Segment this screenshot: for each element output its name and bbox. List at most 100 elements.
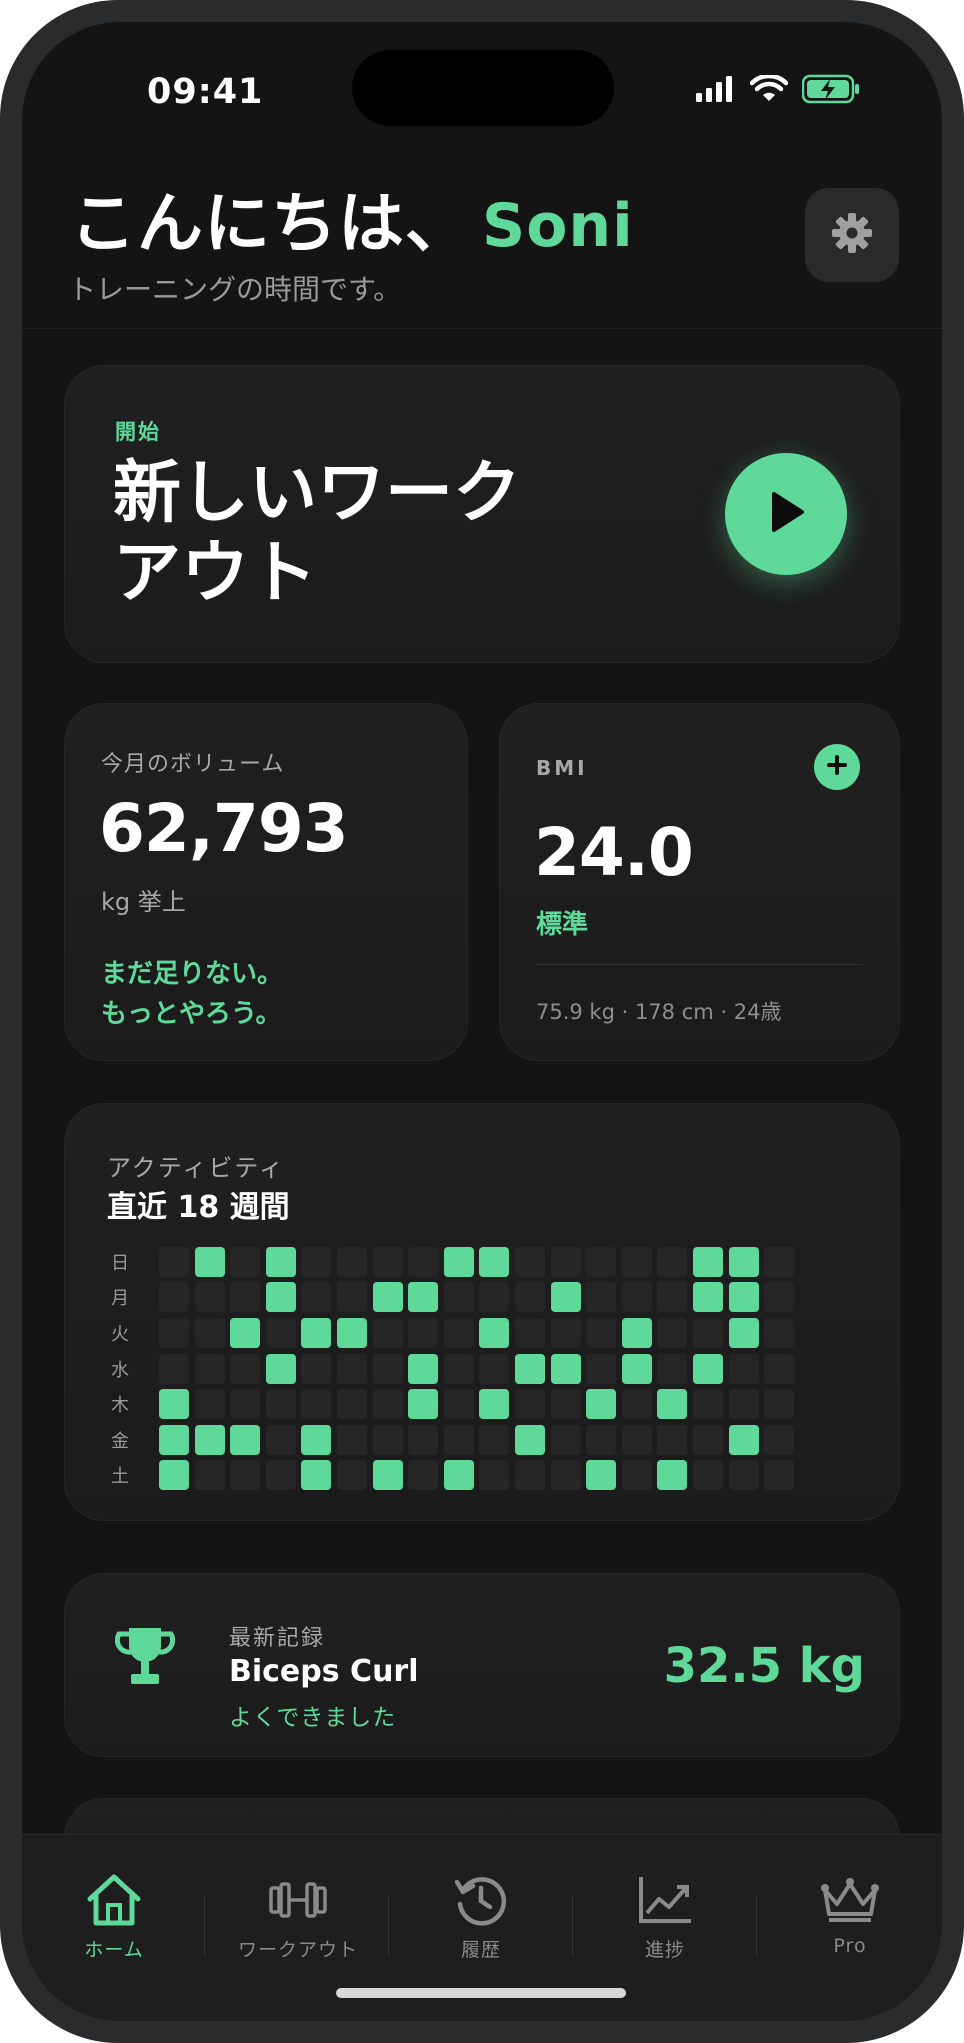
heatmap-cell-empty: [336, 1424, 367, 1455]
heatmap-cell-active: [621, 1317, 652, 1348]
volume-label: 今月のボリューム: [101, 752, 285, 777]
tab-workout-label: ワークアウト: [237, 1939, 358, 1961]
start-workout-title: 新しいワークアウト: [113, 454, 522, 613]
heatmap-cell-active: [443, 1460, 474, 1491]
play-icon: [766, 490, 806, 538]
heatmap-cell-empty: [586, 1246, 617, 1277]
chart-icon: [585, 1871, 745, 1929]
volume-message-line1: まだ足りない。: [101, 959, 284, 989]
heatmap-cell-empty: [692, 1460, 723, 1491]
heatmap-cell-empty: [586, 1353, 617, 1384]
home-indicator: [336, 1988, 626, 1998]
heatmap-day-label: 土: [111, 1466, 129, 1488]
heatmap-cell-empty: [692, 1389, 723, 1420]
heatmap-cell-empty: [336, 1246, 367, 1277]
heatmap-row: 土: [105, 1458, 800, 1494]
activity-label: アクティビティ: [107, 1154, 285, 1182]
heatmap-cell-empty: [550, 1460, 581, 1491]
heatmap-row: 日: [105, 1244, 800, 1280]
monthly-volume-card[interactable]: 今月のボリューム 62,793 kg 挙上 まだ足りない。 もっとやろう。: [64, 703, 468, 1061]
heatmap-cell-empty: [265, 1424, 296, 1455]
heatmap-cell-active: [301, 1317, 332, 1348]
gear-icon: [830, 211, 874, 259]
heatmap-cell-empty: [514, 1317, 545, 1348]
heatmap-cell-empty: [764, 1246, 795, 1277]
heatmap-cell-empty: [479, 1460, 510, 1491]
tab-separator: [204, 1895, 205, 1957]
heatmap-cell-empty: [230, 1460, 261, 1491]
heatmap-cell-empty: [194, 1460, 225, 1491]
bmi-add-button[interactable]: [814, 744, 860, 790]
heatmap-cell-empty: [586, 1424, 617, 1455]
start-workout-button[interactable]: [725, 453, 847, 575]
crown-icon: [770, 1871, 930, 1929]
heatmap-cell-active: [728, 1282, 759, 1313]
wifi-icon: [749, 73, 789, 107]
heatmap-day-label: 月: [111, 1288, 129, 1310]
heatmap-cell-empty: [408, 1246, 439, 1277]
heatmap-cell-empty: [336, 1460, 367, 1491]
heatmap-cell-empty: [657, 1317, 688, 1348]
heatmap-cell-empty: [372, 1353, 403, 1384]
heatmap-cell-empty: [159, 1317, 189, 1348]
latest-record-card[interactable]: 最新記録 Biceps Curl よくできました 32.5 kg: [64, 1573, 900, 1757]
heatmap-cell-empty: [692, 1424, 723, 1455]
tab-history[interactable]: 履歴: [401, 1871, 561, 1962]
heatmap-cell-empty: [764, 1317, 795, 1348]
tab-pro-label: Pro: [833, 1935, 867, 1957]
bmi-card[interactable]: BMI 24.0 標準 75.9 kg · 178 cm · 24歳: [499, 703, 900, 1061]
heatmap-cell-empty: [336, 1389, 367, 1420]
heatmap-cell-active: [194, 1424, 225, 1455]
tab-workout[interactable]: ワークアウト: [218, 1871, 378, 1962]
heatmap-cell-empty: [336, 1353, 367, 1384]
heatmap-cell-empty: [408, 1424, 439, 1455]
start-workout-card[interactable]: 開始 新しいワークアウト: [64, 365, 900, 663]
heatmap-cell-active: [728, 1246, 759, 1277]
heatmap-cell-empty: [372, 1317, 403, 1348]
home-icon: [34, 1871, 194, 1929]
tab-home[interactable]: ホーム: [34, 1871, 194, 1962]
heatmap-cell-active: [728, 1424, 759, 1455]
tab-separator: [572, 1895, 573, 1957]
heatmap-cell-active: [230, 1317, 261, 1348]
bmi-label: BMI: [536, 756, 588, 780]
heatmap-cell-empty: [408, 1317, 439, 1348]
dumbbell-icon: [218, 1871, 378, 1929]
heatmap-cell-empty: [265, 1460, 296, 1491]
heatmap-cell-active: [408, 1353, 439, 1384]
heatmap-day-label: 火: [111, 1323, 129, 1345]
heatmap-cell-empty: [764, 1460, 795, 1491]
heatmap-row: 火: [105, 1315, 800, 1351]
heatmap-cell-empty: [372, 1389, 403, 1420]
heatmap-cell-empty: [514, 1282, 545, 1313]
tab-pro[interactable]: Pro: [770, 1871, 930, 1957]
heatmap-cell-empty: [764, 1282, 795, 1313]
heatmap-cell-empty: [372, 1246, 403, 1277]
status-time: 09:41: [147, 72, 264, 112]
record-exercise: Biceps Curl: [229, 1654, 419, 1689]
heatmap-cell-empty: [301, 1353, 332, 1384]
battery-icon: [801, 74, 862, 108]
heatmap-cell-active: [159, 1460, 189, 1491]
heatmap-cell-empty: [194, 1389, 225, 1420]
heatmap-cell-active: [550, 1282, 581, 1313]
heatmap-cell-empty: [764, 1353, 795, 1384]
heatmap-cell-active: [159, 1424, 189, 1455]
heatmap-row: 水: [105, 1351, 800, 1387]
heatmap-cell-empty: [514, 1460, 545, 1491]
plus-icon: [825, 753, 849, 781]
heatmap-cell-active: [692, 1282, 723, 1313]
heatmap-cell-empty: [230, 1389, 261, 1420]
volume-message-line2: もっとやろう。: [101, 999, 282, 1029]
settings-button[interactable]: [805, 188, 899, 282]
heatmap-cell-active: [550, 1353, 581, 1384]
heatmap-cell-empty: [408, 1460, 439, 1491]
tab-progress[interactable]: 進捗: [585, 1871, 745, 1962]
heatmap-cell-empty: [657, 1353, 688, 1384]
heatmap-row: 月: [105, 1280, 800, 1316]
heatmap-cell-empty: [479, 1353, 510, 1384]
heatmap-cell-empty: [728, 1389, 759, 1420]
heatmap-cell-empty: [550, 1389, 581, 1420]
heatmap-cell-active: [514, 1424, 545, 1455]
heatmap-cell-empty: [550, 1424, 581, 1455]
